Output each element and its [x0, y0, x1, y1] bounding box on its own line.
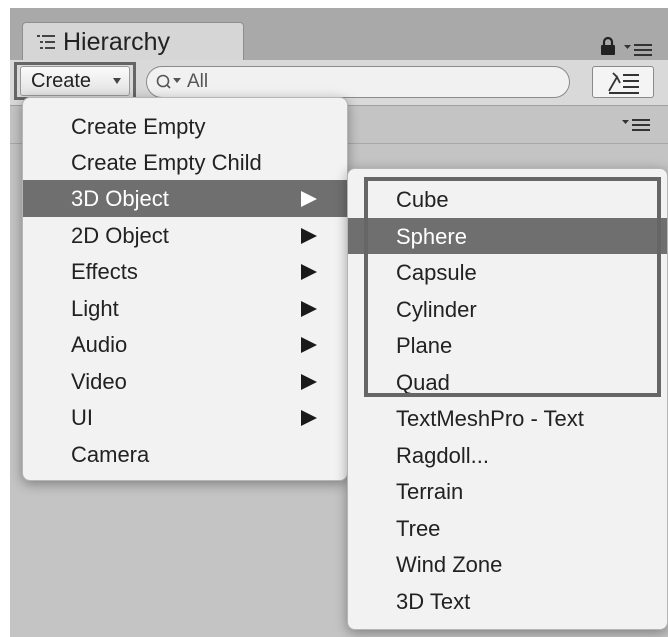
submenu-item-sphere[interactable]: Sphere	[348, 218, 667, 254]
create-dropdown-button[interactable]: Create	[20, 66, 130, 96]
create-menu: Create Empty Create Empty Child 3D Objec…	[22, 97, 348, 481]
submenu-item-label: 3D Text	[396, 589, 471, 614]
menu-item-label: Audio	[71, 332, 128, 357]
menu-item-ui[interactable]: UI	[23, 399, 347, 436]
menu-item-effects[interactable]: Effects	[23, 253, 347, 290]
search-filter-icon[interactable]	[155, 73, 185, 91]
lock-icon[interactable]	[600, 36, 616, 56]
submenu-arrow-icon	[301, 410, 317, 426]
menu-item-label: Video	[71, 369, 127, 394]
submenu-item-label: Capsule	[396, 260, 477, 285]
menu-item-create-empty[interactable]: Create Empty	[23, 108, 347, 145]
submenu-item-3d-text[interactable]: 3D Text	[348, 583, 667, 619]
menu-item-label: Light	[71, 296, 119, 321]
menu-item-label: Create Empty Child	[71, 150, 262, 175]
dropdown-arrow-icon	[113, 78, 121, 84]
submenu-item-label: Cylinder	[396, 297, 477, 322]
submenu-item-textmeshpro-text[interactable]: TextMeshPro - Text	[348, 400, 667, 436]
hierarchy-filter-icon	[608, 72, 639, 94]
submenu-arrow-icon	[301, 264, 317, 280]
submenu-item-capsule[interactable]: Capsule	[348, 254, 667, 290]
submenu-arrow-icon	[301, 191, 317, 207]
submenu-item-cylinder[interactable]: Cylinder	[348, 291, 667, 327]
submenu-item-wind-zone[interactable]: Wind Zone	[348, 546, 667, 582]
tab-title: Hierarchy	[63, 28, 170, 56]
menu-item-3d-object[interactable]: 3D Object	[23, 180, 347, 217]
submenu-item-label: Sphere	[396, 224, 467, 249]
menu-item-light[interactable]: Light	[23, 290, 347, 327]
submenu-item-label: Plane	[396, 333, 453, 358]
menu-item-label: Camera	[71, 442, 150, 467]
submenu-item-label: TextMeshPro - Text	[396, 406, 584, 431]
submenu-item-terrain[interactable]: Terrain	[348, 473, 667, 509]
submenu-arrow-icon	[301, 337, 317, 353]
submenu-item-ragdoll[interactable]: Ragdoll...	[348, 437, 667, 473]
menu-item-label: Effects	[71, 259, 138, 284]
submenu-item-cube[interactable]: Cube	[348, 181, 667, 217]
menu-item-label: 3D Object	[71, 186, 169, 211]
menu-item-video[interactable]: Video	[23, 363, 347, 400]
search-input[interactable]	[187, 69, 557, 95]
menu-item-label: Create Empty	[71, 114, 206, 139]
submenu-item-label: Tree	[396, 516, 441, 541]
create-button-label: Create	[31, 70, 92, 92]
menu-item-audio[interactable]: Audio	[23, 326, 347, 363]
submenu-item-plane[interactable]: Plane	[348, 327, 667, 363]
submenu-item-label: Terrain	[396, 479, 464, 504]
submenu-arrow-icon	[301, 301, 317, 317]
submenu-item-label: Wind Zone	[396, 552, 503, 577]
search-field[interactable]	[146, 66, 570, 98]
menu-item-label: 2D Object	[71, 223, 169, 248]
submenu-item-quad[interactable]: Quad	[348, 364, 667, 400]
scene-menu-icon[interactable]	[622, 118, 652, 132]
submenu-item-label: Ragdoll...	[396, 443, 489, 468]
submenu-item-tree[interactable]: Tree	[348, 510, 667, 546]
tab-hierarchy[interactable]: Hierarchy	[22, 22, 244, 62]
menu-item-create-empty-child[interactable]: Create Empty Child	[23, 144, 347, 181]
tab-strip: Hierarchy	[10, 8, 668, 62]
submenu-arrow-icon	[301, 374, 317, 390]
submenu-item-label: Quad	[396, 370, 450, 395]
3d-object-submenu: Cube Sphere Capsule Cylinder Plane Quad …	[347, 168, 668, 630]
menu-item-2d-object[interactable]: 2D Object	[23, 217, 347, 254]
menu-item-label: UI	[71, 405, 93, 430]
submenu-item-label: Cube	[396, 187, 449, 212]
submenu-arrow-icon	[301, 228, 317, 244]
menu-item-camera[interactable]: Camera	[23, 436, 347, 473]
scene-filter-button[interactable]	[592, 66, 654, 98]
panel-menu-icon[interactable]	[624, 43, 654, 57]
hierarchy-list-icon	[37, 35, 55, 49]
